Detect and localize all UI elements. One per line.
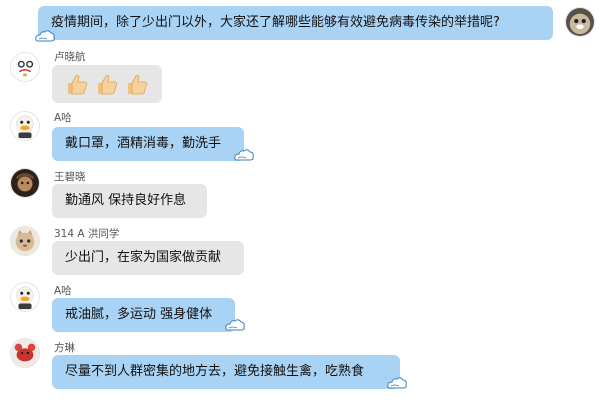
message-bubble[interactable]: 勤通风 保持良好作息 (52, 184, 207, 218)
sender-name: A哈 (54, 112, 72, 124)
cloud-decoration-icon (34, 29, 56, 42)
message-bubble[interactable]: 疫情期间，除了少出门以外，大家还了解哪些能够有效避免病毒传染的举措呢? (38, 6, 553, 40)
duck-avatar-icon[interactable] (10, 111, 40, 141)
thumbs-up-icon (65, 72, 89, 96)
cloud-decoration-icon (386, 376, 408, 389)
message-bubble[interactable]: 戒油腻，多运动 强身健体 (52, 298, 235, 332)
cloud-decoration-icon (233, 148, 255, 161)
cloud-decoration-icon (224, 318, 246, 331)
cat-avatar-icon[interactable] (10, 226, 40, 256)
sender-name: 314 A 洪同学 (54, 228, 120, 240)
message-bubble[interactable]: 尽量不到人群密集的地方去，避免接触生禽，吃熟食 (52, 355, 400, 389)
sender-name: 方琳 (54, 342, 75, 354)
red-lobster-avatar-icon[interactable] (10, 338, 40, 368)
sender-name: 卢晓航 (54, 51, 86, 63)
thumbs-up-icon (125, 72, 149, 96)
message-bubble[interactable]: 戴口罩，酒精消毒，勤洗手 (52, 127, 244, 161)
thumbs-up-icon (95, 72, 119, 96)
beaver-avatar-icon[interactable] (565, 7, 595, 37)
duck-avatar-icon[interactable] (10, 282, 40, 312)
sender-name: A哈 (54, 285, 72, 297)
message-bubble[interactable] (52, 65, 162, 103)
cartoon-face-avatar-icon[interactable] (10, 52, 40, 82)
sender-name: 王碧晓 (54, 171, 86, 183)
message-bubble[interactable]: 少出门，在家为国家做贡献 (52, 241, 244, 275)
dark-photo-avatar-icon[interactable] (10, 168, 40, 198)
